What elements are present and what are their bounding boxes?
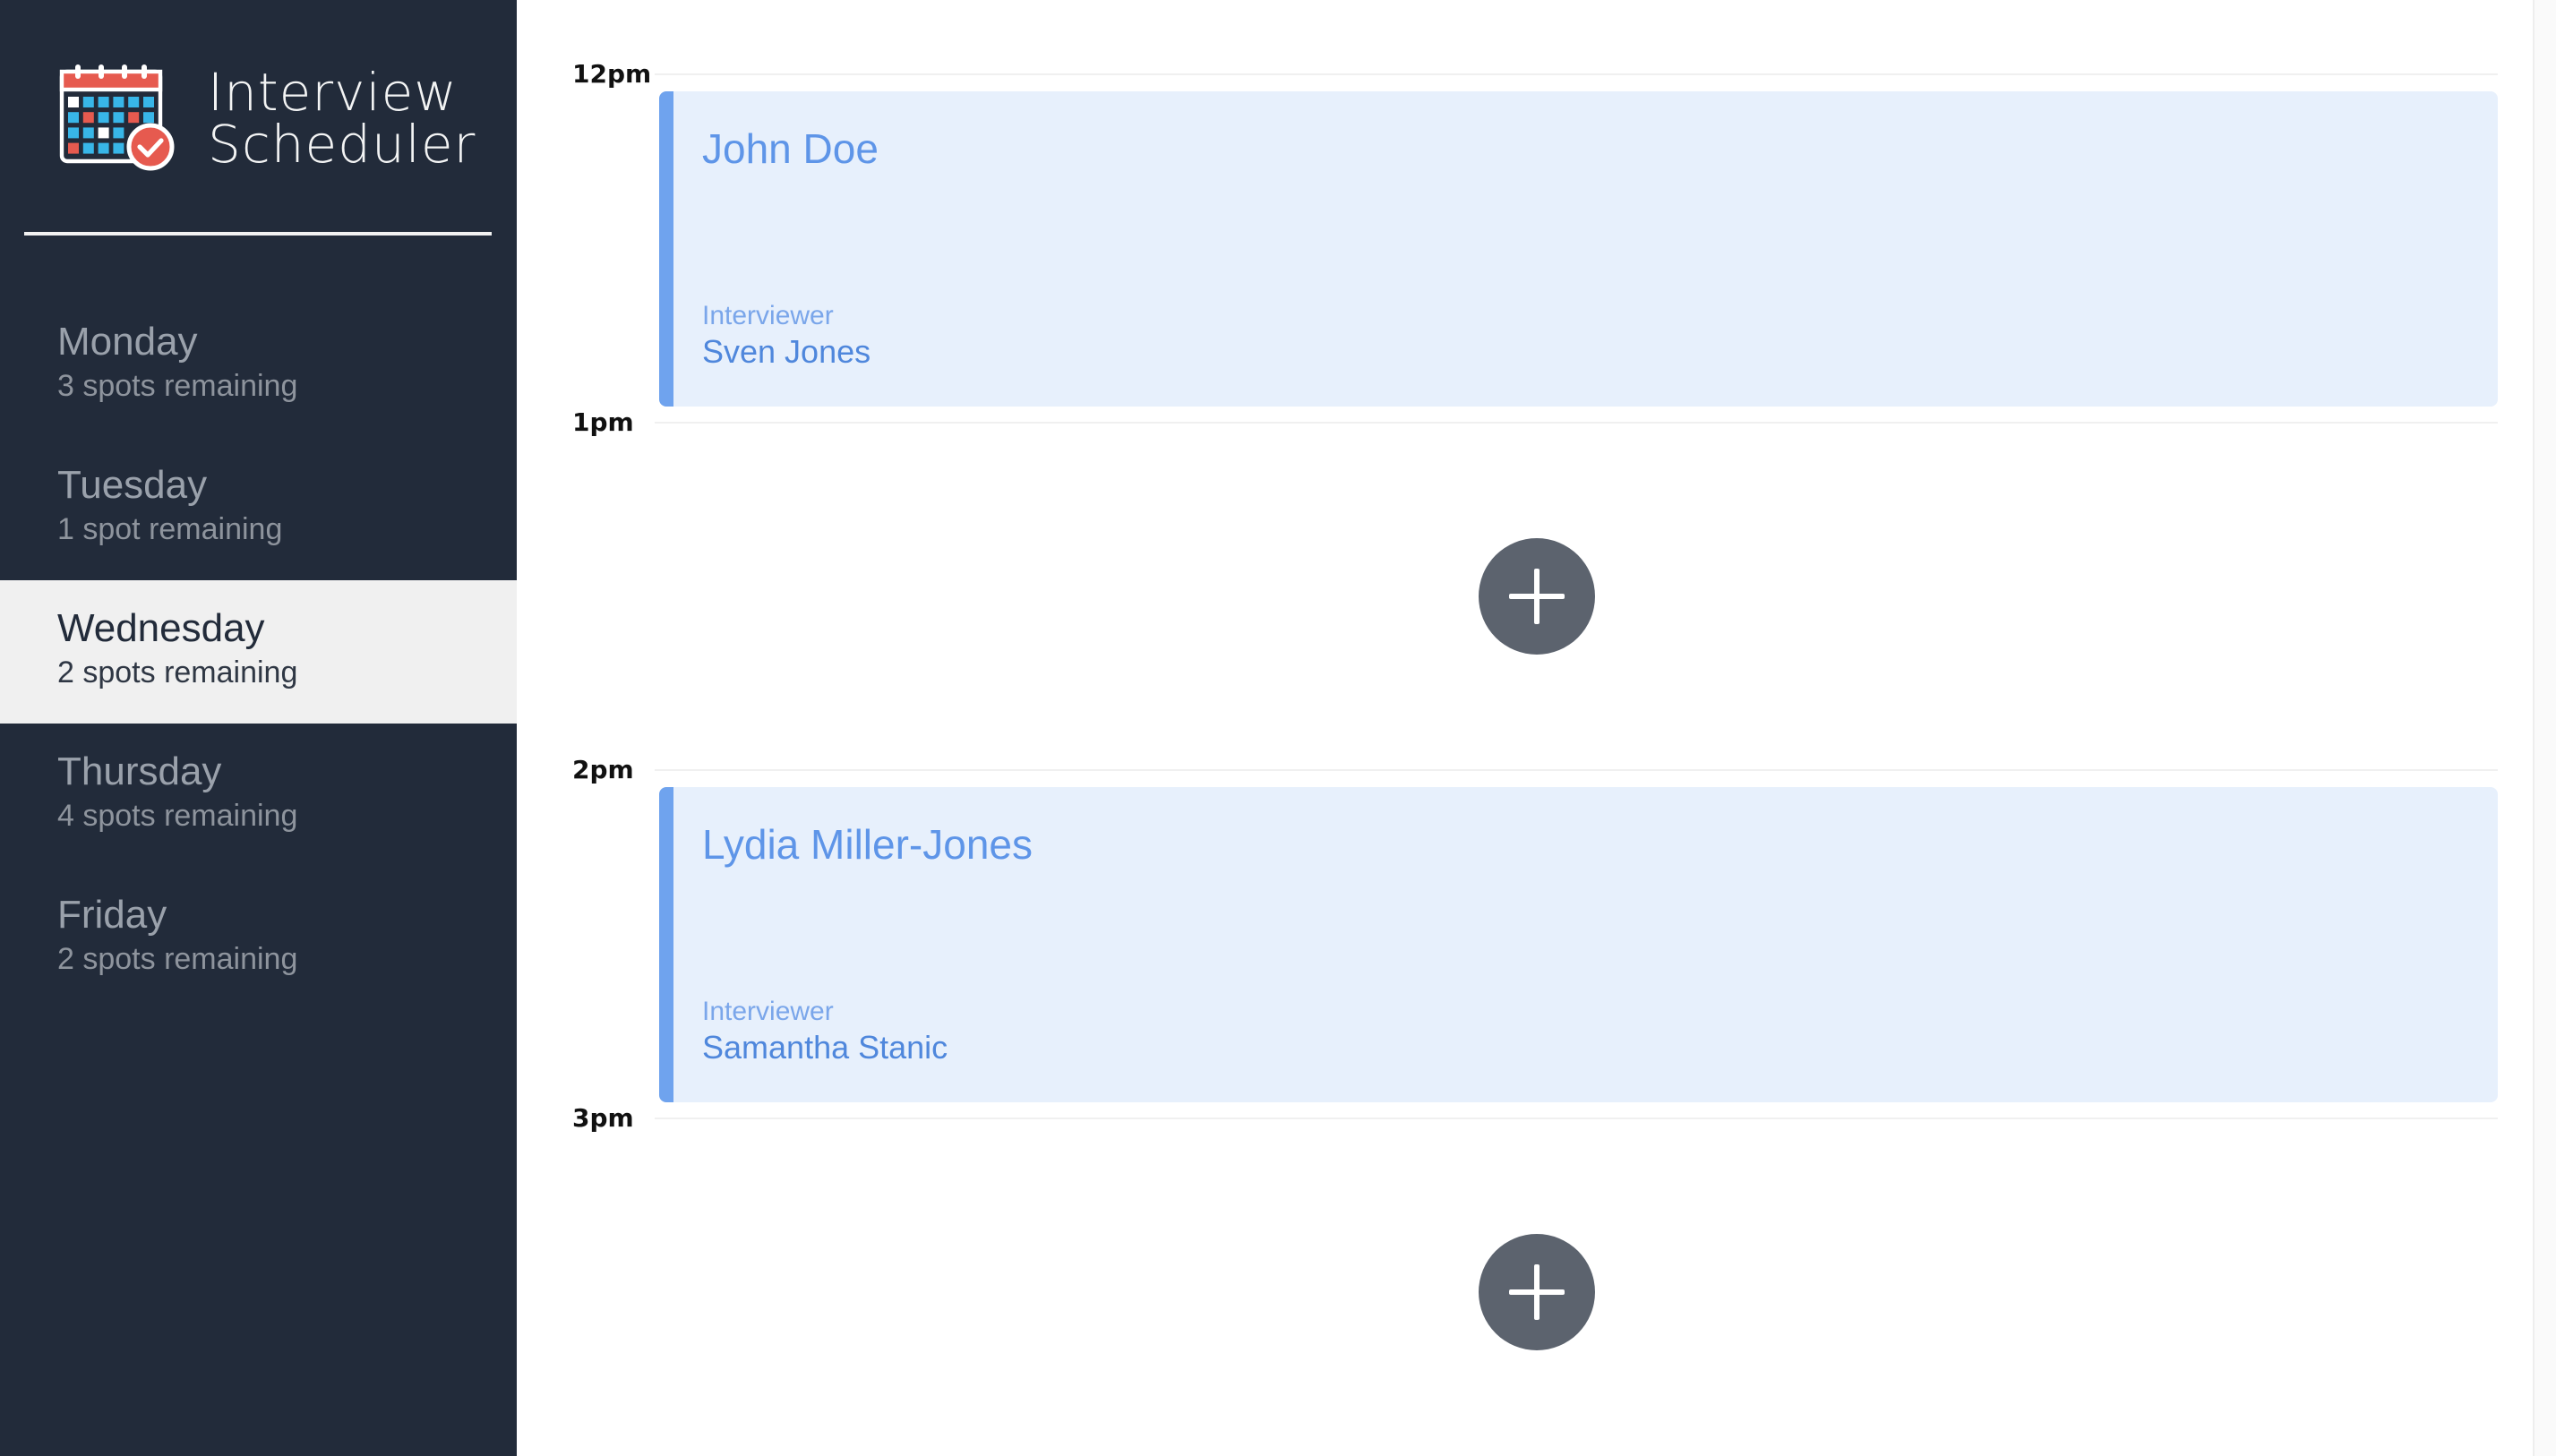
calendar-cell	[68, 127, 79, 139]
day-spots-remaining: 3 spots remaining	[57, 369, 298, 403]
calendar-cell	[113, 142, 124, 154]
day-item-tuesday[interactable]: Tuesday 1 spot remaining	[0, 437, 517, 580]
calendar-cell	[82, 97, 94, 107]
sidebar: Interview Scheduler Monday 3 spots remai…	[0, 0, 517, 1456]
scrollbar-track[interactable]	[2533, 0, 2556, 1456]
interviewer-label: Interviewer	[702, 997, 834, 1026]
day-item-wednesday[interactable]: Wednesday 2 spots remaining	[0, 580, 517, 724]
calendar-cell	[143, 112, 154, 124]
time-slot-header: 1pm	[572, 409, 2498, 436]
app-title-line1: Interview	[208, 62, 458, 123]
time-slot-header: 3pm	[572, 1105, 2498, 1132]
day-spots-remaining: 2 spots remaining	[57, 942, 298, 976]
calendar-cell	[68, 97, 79, 107]
calendar-cell	[98, 112, 109, 124]
day-spots-remaining: 1 spot remaining	[57, 512, 283, 546]
calendar-cell	[113, 97, 124, 107]
interviewer-name: Samantha Stanic	[702, 1029, 948, 1066]
slot-time: 3pm	[572, 1103, 634, 1133]
time-slot-header: 12pm	[572, 61, 2498, 88]
schedule: 12pm John Doe Interviewer Sven Jones 1pm…	[517, 0, 2556, 1456]
calendar-cell	[68, 142, 79, 154]
calendar-cell	[82, 112, 94, 124]
calendar-cell	[128, 97, 140, 107]
interviewer-name: Sven Jones	[702, 333, 871, 370]
slot-divider	[655, 422, 2498, 424]
brand: Interview Scheduler	[59, 63, 476, 174]
app-root: Interview Scheduler Monday 3 spots remai…	[0, 0, 2556, 1456]
plus-icon	[1509, 569, 1565, 624]
slot-divider	[655, 73, 2498, 75]
calendar-cell	[113, 127, 124, 139]
appointment-card[interactable]: Lydia Miller-Jones Interviewer Samantha …	[659, 787, 2498, 1102]
calendar-cell	[98, 127, 109, 139]
appointment-card[interactable]: John Doe Interviewer Sven Jones	[659, 91, 2498, 407]
student-name: John Doe	[702, 125, 879, 172]
day-spots-remaining: 2 spots remaining	[57, 655, 298, 689]
calendar-cell	[128, 112, 140, 124]
interviewer-label: Interviewer	[702, 301, 834, 330]
calendar-cell	[113, 112, 124, 124]
plus-icon	[1509, 1264, 1565, 1320]
day-name: Monday	[57, 320, 198, 364]
day-name: Tuesday	[57, 463, 208, 507]
calendar-cell	[82, 127, 94, 139]
time-slot-header: 2pm	[572, 757, 2498, 784]
calendar-cell	[82, 142, 94, 154]
day-item-friday[interactable]: Friday 2 spots remaining	[0, 867, 517, 1010]
day-item-thursday[interactable]: Thursday 4 spots remaining	[0, 724, 517, 867]
calendar-cell	[143, 97, 154, 107]
slot-divider	[655, 769, 2498, 771]
slot-divider	[655, 1118, 2498, 1119]
add-appointment-button[interactable]	[1479, 538, 1595, 655]
calendar-cell	[68, 112, 79, 124]
day-name: Friday	[57, 893, 167, 937]
day-name: Wednesday	[57, 606, 265, 650]
day-spots-remaining: 4 spots remaining	[57, 799, 298, 833]
day-list: Monday 3 spots remaining Tuesday 1 spot …	[0, 294, 517, 1010]
calendar-check-icon	[59, 64, 175, 171]
app-title-line2: Scheduler	[208, 114, 476, 175]
student-name: Lydia Miller-Jones	[702, 821, 1033, 868]
sidebar-divider	[24, 232, 492, 236]
slot-time: 1pm	[572, 407, 634, 437]
slot-time: 2pm	[572, 755, 634, 784]
day-item-monday[interactable]: Monday 3 spots remaining	[0, 294, 517, 437]
app-title: Interview Scheduler	[208, 66, 476, 170]
calendar-cell	[98, 142, 109, 154]
calendar-cell	[98, 97, 109, 107]
day-name: Thursday	[57, 749, 222, 793]
slot-time: 12pm	[572, 59, 652, 89]
add-appointment-button[interactable]	[1479, 1234, 1595, 1350]
